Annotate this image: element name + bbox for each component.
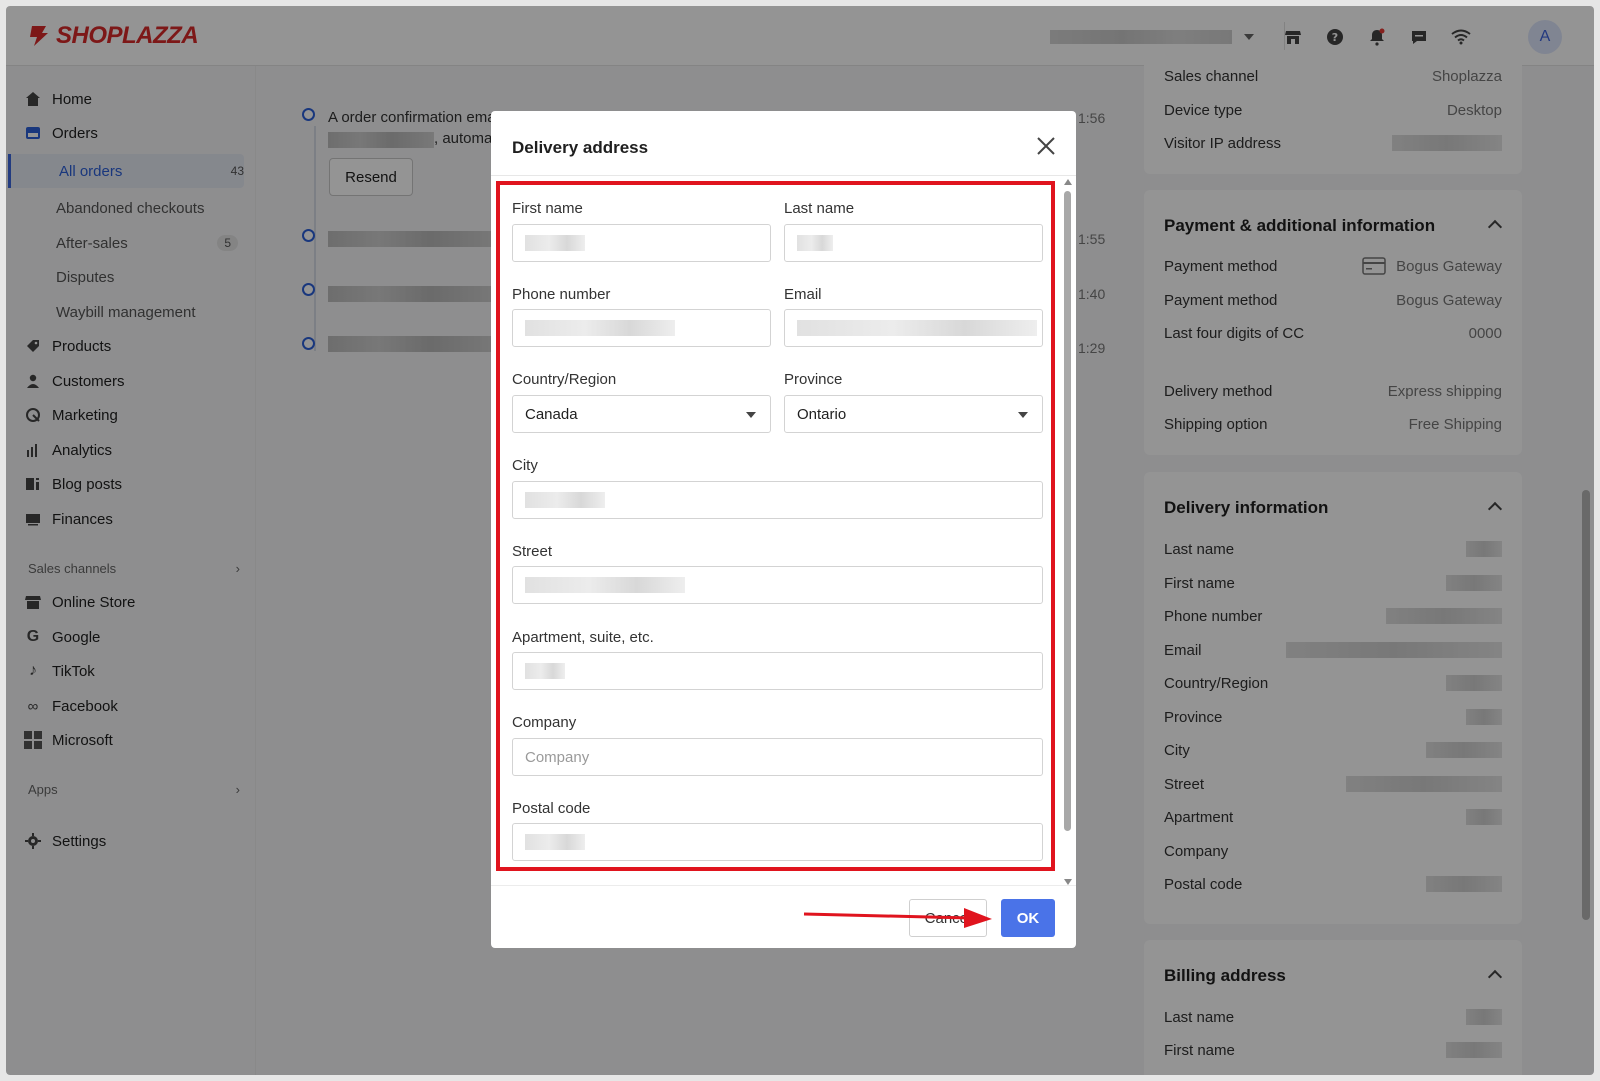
ok-button[interactable]: OK (1001, 899, 1055, 937)
modal-footer-divider (491, 885, 1076, 886)
scroll-up-icon[interactable] (1064, 179, 1072, 185)
annotation-arrow-icon (803, 908, 992, 928)
annotation-highlight-box (496, 181, 1055, 871)
close-icon[interactable] (1035, 135, 1057, 157)
app-window: SHOPLAZZA ? A Home Orders All orders 43 … (6, 6, 1594, 1075)
modal-divider (491, 175, 1076, 176)
delivery-address-modal: Delivery address First name Last name Ph… (491, 111, 1076, 948)
modal-title: Delivery address (512, 138, 649, 157)
modal-scrollbar-thumb[interactable] (1064, 191, 1071, 831)
modal-scrollbar[interactable] (1063, 179, 1073, 885)
